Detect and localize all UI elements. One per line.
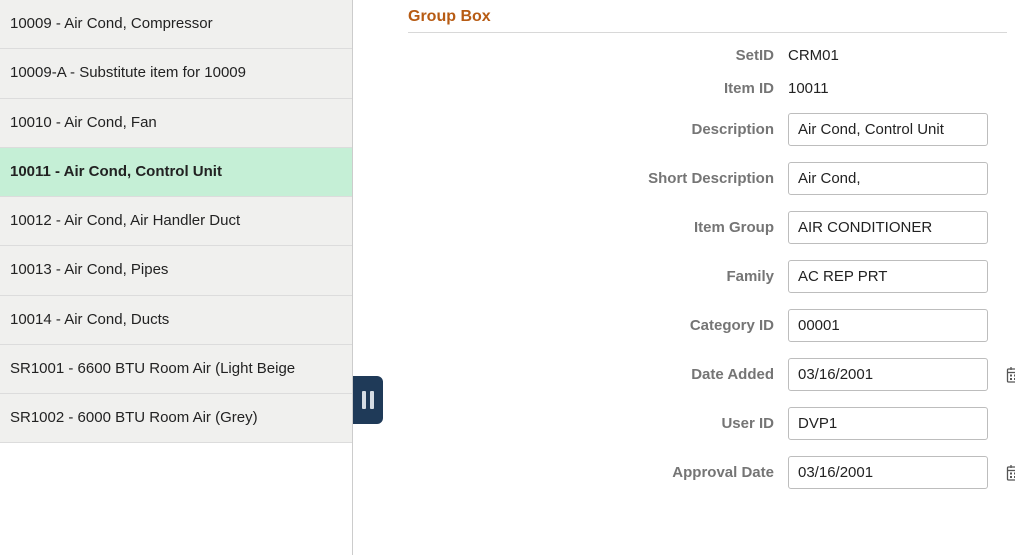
main-panel: Group Box SetID CRM01 Item ID 10011 Desc… <box>353 0 1015 555</box>
list-item[interactable]: 10011 - Air Cond, Control Unit <box>0 148 352 197</box>
input-item-group[interactable] <box>788 211 988 244</box>
input-date-added[interactable] <box>789 359 1006 390</box>
label-setid: SetID <box>408 47 788 64</box>
value-setid: CRM01 <box>788 47 839 64</box>
list-item[interactable]: SR1001 - 6600 BTU Room Air (Light Beige <box>0 345 352 394</box>
list-item[interactable]: 10014 - Air Cond, Ducts <box>0 296 352 345</box>
input-description[interactable] <box>788 113 988 146</box>
input-category-id[interactable] <box>788 309 988 342</box>
label-description: Description <box>408 121 788 138</box>
input-family[interactable] <box>788 260 988 293</box>
list-item[interactable]: 10012 - Air Cond, Air Handler Duct <box>0 197 352 246</box>
label-item-group: Item Group <box>408 219 788 236</box>
list-item[interactable]: 10010 - Air Cond, Fan <box>0 99 352 148</box>
list-item[interactable]: 10009-A - Substitute item for 10009 <box>0 49 352 98</box>
calendar-icon[interactable] <box>1006 462 1015 484</box>
value-itemid: 10011 <box>788 80 829 97</box>
label-short-description: Short Description <box>408 170 788 187</box>
input-short-description[interactable] <box>788 162 988 195</box>
groupbox-title: Group Box <box>408 0 1007 33</box>
input-user-id[interactable] <box>788 407 988 440</box>
approval-date-wrapper <box>788 456 988 489</box>
date-added-wrapper <box>788 358 988 391</box>
label-category-id: Category ID <box>408 317 788 334</box>
label-user-id: User ID <box>408 415 788 432</box>
label-itemid: Item ID <box>408 80 788 97</box>
sidebar: 10009 - Air Cond, Compressor10009-A - Su… <box>0 0 353 555</box>
label-approval-date: Approval Date <box>408 464 788 481</box>
list-item[interactable]: SR1002 - 6000 BTU Room Air (Grey) <box>0 394 352 443</box>
list-item[interactable]: 10009 - Air Cond, Compressor <box>0 0 352 49</box>
pause-icon <box>362 391 374 409</box>
label-family: Family <box>408 268 788 285</box>
input-approval-date[interactable] <box>789 457 1006 488</box>
calendar-icon[interactable] <box>1006 364 1015 386</box>
collapse-handle[interactable] <box>353 376 383 424</box>
label-date-added: Date Added <box>408 366 788 383</box>
list-item[interactable]: 10013 - Air Cond, Pipes <box>0 246 352 295</box>
